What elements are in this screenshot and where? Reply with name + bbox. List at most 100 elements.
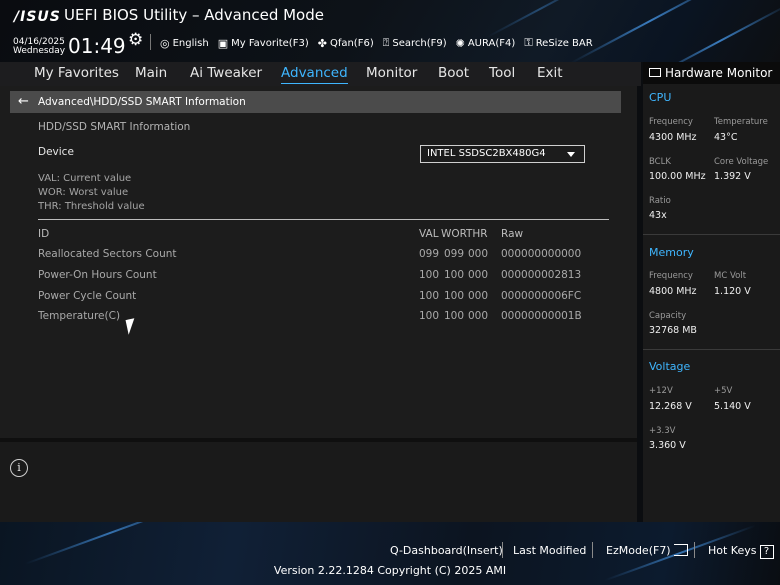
chevron-down-icon: [567, 152, 575, 157]
mc-volt-value: 1.120 V: [714, 286, 751, 297]
table-row[interactable]: Reallocated Sectors Count 099 099 000 00…: [0, 248, 637, 268]
decor-streak: [486, 0, 594, 39]
gear-icon[interactable]: ⚙: [128, 30, 143, 50]
bclk-label: BCLK: [649, 157, 671, 167]
language-label: English: [172, 37, 209, 49]
qfan-label: Qfan(F6): [329, 37, 374, 49]
capacity-value: 32768 MB: [649, 325, 697, 336]
ratio-label: Ratio: [649, 196, 671, 206]
divider: [502, 542, 503, 558]
v12-label: +12V: [649, 386, 673, 396]
hot-keys-button[interactable]: Hot Keys?: [708, 544, 774, 559]
my-favorite-button[interactable]: ▣ My Favorite(F3): [218, 36, 309, 50]
v5-label: +5V: [714, 386, 733, 396]
section-subtitle: HDD/SSD SMART Information: [38, 121, 191, 133]
column-header-thr: THR: [466, 228, 488, 240]
row-id: Power-On Hours Count: [38, 269, 157, 281]
memory-frequency-value: 4800 MHz: [649, 286, 697, 297]
hot-keys-label: Hot Keys: [708, 544, 757, 557]
row-thr: 000: [468, 248, 489, 260]
favorite-icon: ▣: [217, 36, 229, 50]
info-icon: i: [10, 459, 28, 477]
row-id: Temperature(C): [38, 310, 121, 322]
voltage-heading: Voltage: [649, 360, 691, 373]
table-row[interactable]: Temperature(C) 100 100 000 00000000001B: [0, 310, 637, 330]
row-raw: 000000000000: [501, 248, 582, 260]
divider: [592, 542, 593, 558]
row-raw: 00000000001B: [501, 310, 582, 322]
row-wor: 100: [444, 290, 465, 302]
ezmode-button[interactable]: EzMode(F7): [606, 544, 688, 557]
my-favorite-label: My Favorite(F3): [231, 37, 309, 49]
asus-logo: /ISUS: [14, 9, 61, 25]
column-header-id: ID: [38, 228, 50, 240]
breadcrumb[interactable]: ← Advanced\HDD/SSD SMART Information: [10, 91, 621, 113]
cpu-temperature-label: Temperature: [714, 117, 768, 127]
aura-label: AURA(F4): [467, 37, 516, 49]
fan-icon: ✤: [317, 36, 327, 50]
q-dashboard-button[interactable]: Q-Dashboard(Insert): [390, 544, 503, 557]
back-arrow-icon[interactable]: ←: [18, 91, 29, 113]
resize-bar-button[interactable]: ⚿ ReSize BAR: [524, 36, 592, 50]
exit-icon: [673, 544, 688, 556]
last-modified-button[interactable]: Last Modified: [513, 544, 586, 557]
legend-val: VAL: Current value: [38, 173, 132, 184]
divider: [38, 219, 609, 220]
row-wor: 099: [444, 248, 465, 260]
row-raw: 0000000006FC: [501, 290, 582, 302]
question-icon: ?: [759, 545, 774, 559]
column-header-val: VAL: [419, 228, 439, 240]
tab-advanced[interactable]: Advanced: [281, 65, 348, 84]
globe-icon: ◎: [160, 36, 170, 50]
tab-main[interactable]: Main: [135, 65, 167, 81]
app-title: UEFI BIOS Utility – Advanced Mode: [64, 6, 324, 24]
table-row[interactable]: Power-On Hours Count 100 100 000 0000000…: [0, 269, 637, 289]
divider: [150, 34, 151, 50]
tab-monitor[interactable]: Monitor: [366, 65, 417, 81]
bclk-value: 100.00 MHz: [649, 171, 706, 182]
core-voltage-value: 1.392 V: [714, 171, 751, 182]
date-display[interactable]: 04/16/2025 Wednesday: [13, 38, 65, 56]
row-wor: 100: [444, 310, 465, 322]
menu-bar: My Favorites Main Ai Tweaker Advanced Mo…: [0, 62, 641, 86]
hardware-monitor-panel: Hardware Monitor CPU Frequency Temperatu…: [643, 62, 780, 522]
aura-button[interactable]: ✺ AURA(F4): [456, 36, 516, 50]
v33-label: +3.3V: [649, 426, 676, 436]
row-wor: 100: [444, 269, 465, 281]
legend-wor: WOR: Worst value: [38, 187, 129, 198]
hardware-monitor-title: Hardware Monitor: [643, 62, 780, 84]
device-select[interactable]: INTEL SSDSC2BX480G4: [420, 145, 585, 163]
table-row[interactable]: Power Cycle Count 100 100 000 0000000006…: [0, 290, 637, 310]
row-thr: 000: [468, 310, 489, 322]
column-header-raw: Raw: [501, 228, 524, 240]
help-panel: i: [0, 438, 637, 522]
qfan-button[interactable]: ✤ Qfan(F6): [318, 36, 374, 50]
row-raw: 000000002813: [501, 269, 582, 281]
tab-boot[interactable]: Boot: [438, 65, 469, 81]
tab-ai-tweaker[interactable]: Ai Tweaker: [190, 65, 262, 81]
time-display[interactable]: 01:49: [68, 34, 126, 58]
row-thr: 000: [468, 290, 489, 302]
v33-value: 3.360 V: [649, 440, 686, 451]
core-voltage-label: Core Voltage: [714, 157, 769, 167]
device-label: Device: [38, 146, 74, 158]
top-header: /ISUS UEFI BIOS Utility – Advanced Mode …: [0, 0, 780, 62]
ezmode-label: EzMode(F7): [606, 544, 671, 557]
tab-exit[interactable]: Exit: [537, 65, 563, 81]
resize-bar-icon: ⚿: [524, 36, 533, 49]
decor-streak: [570, 0, 730, 62]
tab-tool[interactable]: Tool: [489, 65, 515, 81]
tab-my-favorites[interactable]: My Favorites: [34, 65, 119, 81]
column-header-wor: WOR: [441, 228, 467, 240]
language-button[interactable]: ◎ English: [160, 36, 209, 50]
header-toolbar: ◎ English ▣ My Favorite(F3) ✤ Qfan(F6) ⍰…: [160, 36, 593, 50]
breadcrumb-text: Advanced\HDD/SSD SMART Information: [38, 96, 246, 108]
divider: [643, 234, 780, 235]
main-panel: ← Advanced\HDD/SSD SMART Information HDD…: [0, 86, 637, 522]
v5-value: 5.140 V: [714, 401, 751, 412]
row-val: 100: [419, 269, 440, 281]
row-val: 099: [419, 248, 440, 260]
row-val: 100: [419, 290, 440, 302]
search-button[interactable]: ⍰ Search(F9): [383, 36, 447, 50]
weekday-text: Wednesday: [13, 46, 66, 56]
